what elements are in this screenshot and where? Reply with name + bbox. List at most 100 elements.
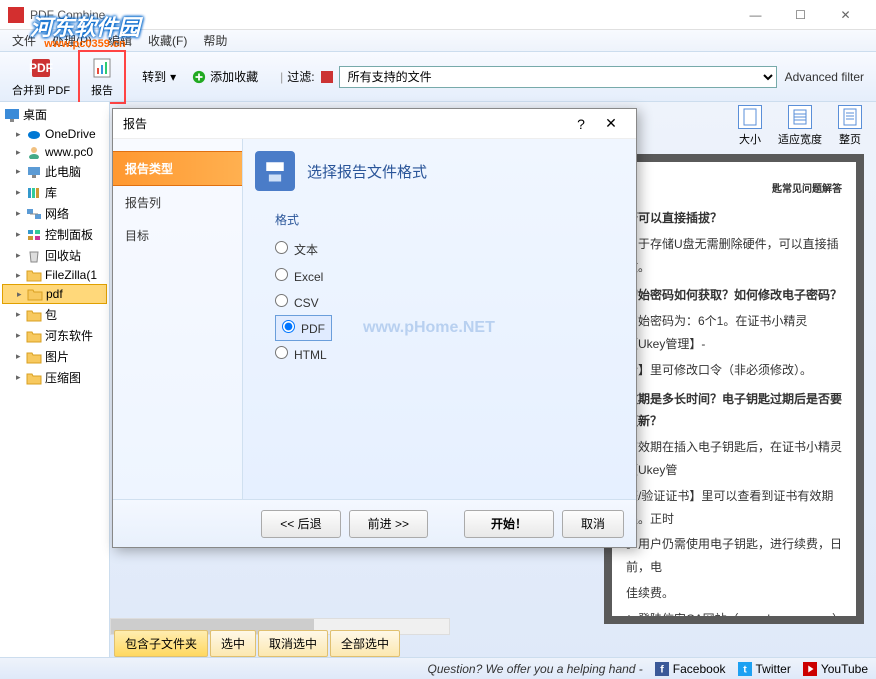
tree-item-icon: [26, 145, 42, 159]
tree-item-icon: [26, 329, 42, 343]
tree-item-label: 此电脑: [45, 163, 81, 180]
goto-label: 转到: [142, 68, 166, 85]
facebook-icon: f: [655, 662, 669, 676]
tab-uncheck[interactable]: 取消选中: [258, 630, 328, 657]
window-titlebar: PDF Combine — ☐ ✕: [0, 0, 876, 30]
merge-label: 合并到 PDF: [12, 82, 70, 98]
fit-width-icon: [788, 105, 812, 129]
page-icon: [738, 105, 762, 129]
tree-item-icon: [26, 308, 42, 322]
expand-icon: ▸: [16, 129, 26, 140]
back-button[interactable]: << 后退: [261, 510, 340, 538]
filter-pdf-icon: [319, 69, 335, 85]
nav-report-columns[interactable]: 报告列: [113, 186, 242, 219]
cancel-button[interactable]: 取消: [562, 510, 624, 538]
radio-html[interactable]: HTML: [275, 341, 624, 367]
youtube-icon: [803, 662, 817, 676]
tree-item-label: 包: [45, 306, 57, 323]
expand-icon: ▸: [16, 250, 26, 261]
tree-item-www.pc0[interactable]: ▸www.pc0: [2, 143, 107, 161]
tree-item-icon: [26, 127, 42, 141]
expand-icon: ▸: [16, 372, 26, 383]
goto-button[interactable]: 转到 ▾: [134, 66, 184, 87]
document-preview[interactable]: 匙常见问题解答 否可以直接插拔？ 归于存储U盘无需删除硬件，可以直接插拔。 初始…: [604, 154, 864, 624]
menu-file[interactable]: 文件: [4, 30, 44, 51]
nav-report-type[interactable]: 报告类型: [113, 151, 242, 186]
expand-icon: ▸: [16, 270, 26, 281]
menubar: 文件 处理(P) 编辑 收藏(F) 帮助: [0, 30, 876, 52]
tree-item-包[interactable]: ▸包: [2, 304, 107, 325]
radio-csv[interactable]: CSV: [275, 289, 624, 315]
tab-include-subfolders[interactable]: 包含子文件夹: [114, 630, 208, 657]
facebook-link[interactable]: f Facebook: [655, 662, 726, 676]
tree-item-河东软件[interactable]: ▸ 河东软件: [2, 325, 107, 346]
expand-icon: ▸: [16, 229, 26, 240]
advanced-filter-link[interactable]: Advanced filter: [785, 70, 864, 84]
expand-icon: ▸: [16, 351, 26, 362]
dialog-close-button[interactable]: ✕: [596, 115, 626, 132]
expand-icon: ▸: [16, 166, 26, 177]
expand-icon: ▸: [16, 330, 26, 341]
full-page-button[interactable]: 整页: [832, 103, 868, 149]
tab-check[interactable]: 选中: [210, 630, 256, 657]
tree-item-pdf[interactable]: ▸pdf: [2, 284, 107, 304]
tree-item-icon: [26, 371, 42, 385]
tree-item-icon: [26, 350, 42, 364]
radio-pdf[interactable]: PDF: [275, 315, 332, 341]
radio-text[interactable]: 文本: [275, 236, 624, 263]
report-button[interactable]: 报告: [82, 54, 122, 100]
radio-excel[interactable]: Excel: [275, 263, 624, 289]
nav-report-target[interactable]: 目标: [113, 219, 242, 252]
tree-item-label: OneDrive: [45, 127, 96, 141]
folder-tree: 桌面 ▸ OneDrive ▸www.pc0 ▸ 此电脑 ▸库▸网络▸控制面板▸回收站▸F…: [0, 102, 110, 662]
merge-to-pdf-button[interactable]: PDF 合并到 PDF: [4, 54, 78, 100]
tree-item-icon: [26, 268, 42, 282]
fit-width-button[interactable]: 适应宽度: [772, 103, 828, 149]
tree-item-label: 河东软件: [45, 327, 93, 344]
youtube-link[interactable]: YouTube: [803, 662, 868, 676]
dropdown-icon: ▾: [170, 70, 176, 84]
help-text: Question? We offer you a helping hand -: [428, 662, 643, 676]
tree-item-label: 图片: [45, 348, 69, 365]
tab-check-all[interactable]: 全部选中: [330, 630, 400, 657]
tree-root-desktop[interactable]: 桌面: [2, 104, 107, 125]
tree-item-控制面板[interactable]: ▸控制面板: [2, 224, 107, 245]
tree-item-回收站[interactable]: ▸回收站: [2, 245, 107, 266]
tree-item-onedrive[interactable]: ▸ OneDrive: [2, 125, 107, 143]
tree-item-库[interactable]: ▸库: [2, 182, 107, 203]
zoom-size-button[interactable]: 大小: [732, 103, 768, 149]
svg-text:PDF: PDF: [29, 61, 53, 75]
tree-item-icon: [26, 228, 42, 242]
tree-item-filezilla(1[interactable]: ▸FileZilla(1: [2, 266, 107, 284]
selection-tabs: 包含子文件夹 选中 取消选中 全部选中: [110, 626, 404, 661]
dialog-titlebar: 报告 ? ✕: [113, 109, 636, 139]
svg-text:f: f: [660, 663, 664, 675]
minimize-button[interactable]: —: [733, 0, 778, 30]
report-dialog: 报告 ? ✕ 报告类型 报告列 目标 选择报告文件格式 格式 文本 Excel …: [112, 108, 637, 548]
tree-item-网络[interactable]: ▸网络: [2, 203, 107, 224]
menu-favorites[interactable]: 收藏(F): [140, 30, 195, 51]
statusbar: Question? We offer you a helping hand - …: [0, 657, 876, 679]
plus-icon: [192, 70, 206, 84]
filter-select[interactable]: 所有支持的文件: [339, 66, 777, 88]
tree-item-icon: [26, 186, 42, 200]
preview-page: 匙常见问题解答 否可以直接插拔？ 归于存储U盘无需删除硬件，可以直接插拔。 初始…: [612, 162, 856, 616]
save-icon: [255, 151, 295, 191]
menu-help[interactable]: 帮助: [195, 30, 235, 51]
tree-item-压缩图[interactable]: ▸压缩图: [2, 367, 107, 388]
expand-icon: ▸: [16, 309, 26, 320]
forward-button[interactable]: 前进 >>: [349, 510, 428, 538]
tree-item-此电脑[interactable]: ▸ 此电脑: [2, 161, 107, 182]
add-favorite-button[interactable]: 添加收藏: [184, 66, 266, 87]
close-button[interactable]: ✕: [823, 0, 868, 30]
twitter-link[interactable]: t Twitter: [738, 662, 791, 676]
dialog-help-button[interactable]: ?: [566, 116, 596, 132]
start-button[interactable]: 开始！: [464, 510, 554, 538]
menu-process[interactable]: 处理(P): [44, 30, 100, 51]
tree-item-icon: [27, 287, 43, 301]
twitter-icon: t: [738, 662, 752, 676]
format-radio-group: 格式 文本 Excel CSV PDF HTML: [275, 211, 624, 367]
menu-edit[interactable]: 编辑: [100, 30, 140, 51]
maximize-button[interactable]: ☐: [778, 0, 823, 30]
tree-item-图片[interactable]: ▸ 图片: [2, 346, 107, 367]
